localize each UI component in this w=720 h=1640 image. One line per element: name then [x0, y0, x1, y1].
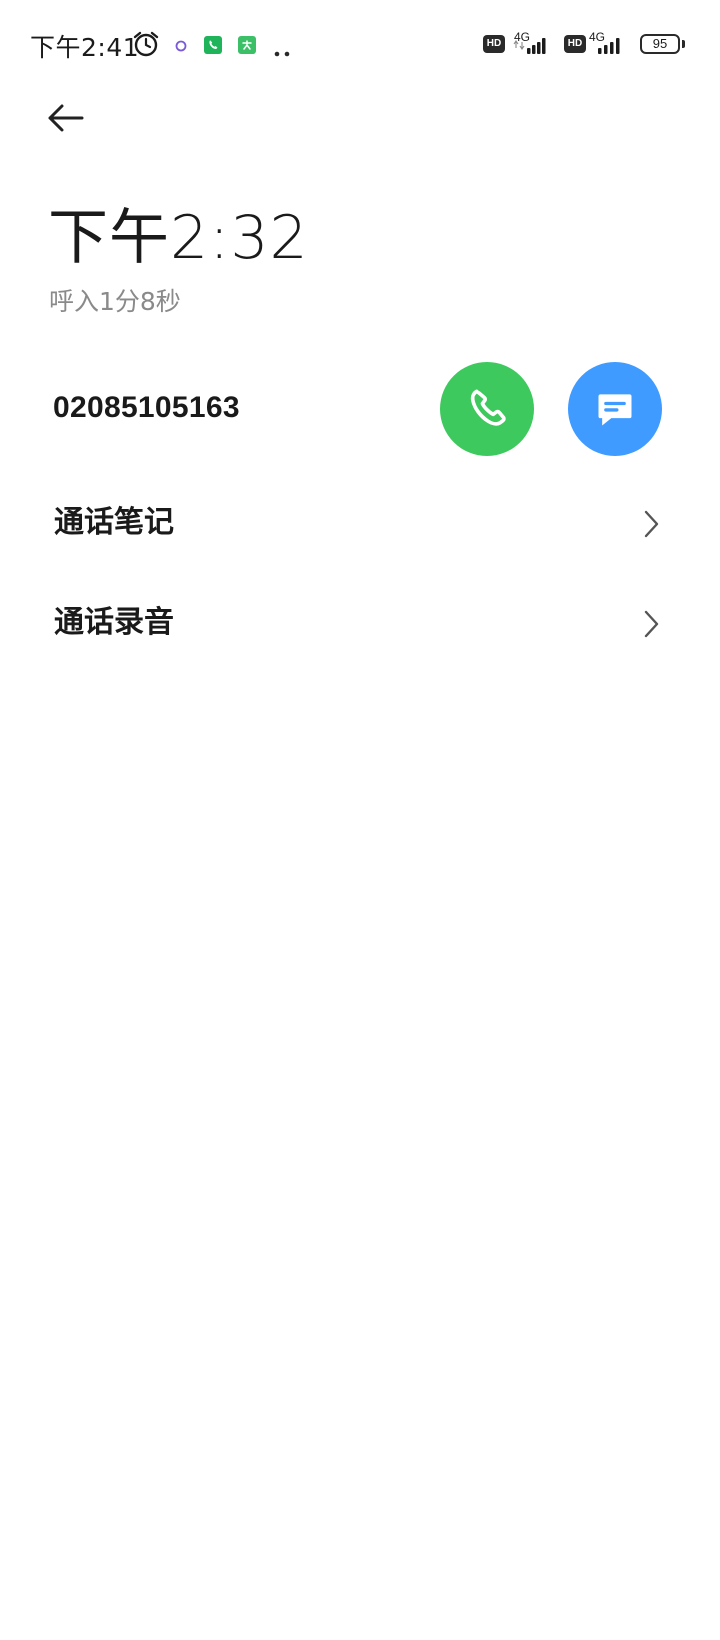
- call-time: 下午2:32: [48, 203, 309, 273]
- message-icon: [598, 394, 632, 426]
- chevron-right-icon: [642, 608, 662, 644]
- pay-app-icon: [238, 36, 256, 58]
- phone-icon: [470, 389, 506, 426]
- status-time: 下午2:41: [30, 33, 140, 62]
- arrow-left-icon: [48, 104, 84, 132]
- phone-app-icon: [204, 36, 222, 58]
- alarm-icon: [132, 30, 160, 62]
- message-button[interactable]: [568, 362, 662, 456]
- more-dots-icon: [274, 42, 292, 61]
- phone-number[interactable]: 02085105163: [53, 393, 240, 423]
- battery-icon: 95: [640, 34, 680, 54]
- call-duration: 呼入1分8秒: [49, 287, 181, 316]
- ring-icon: [174, 38, 188, 57]
- back-button[interactable]: [40, 96, 94, 140]
- call-recording-row[interactable]: 通话录音: [0, 574, 720, 674]
- hd-badge: HD: [483, 35, 505, 53]
- signal-icon: [512, 36, 550, 58]
- row-label: 通话录音: [54, 605, 174, 640]
- chevron-right-icon: [642, 508, 662, 544]
- hd-badge: HD: [564, 35, 586, 53]
- battery-tip: [682, 40, 685, 48]
- call-notes-row[interactable]: 通话笔记: [0, 474, 720, 574]
- status-bar: 下午2:41 HD 4G HD 4G 95: [0, 0, 720, 90]
- row-label: 通话笔记: [54, 505, 174, 540]
- signal-icon: [597, 36, 629, 58]
- call-button[interactable]: [440, 362, 534, 456]
